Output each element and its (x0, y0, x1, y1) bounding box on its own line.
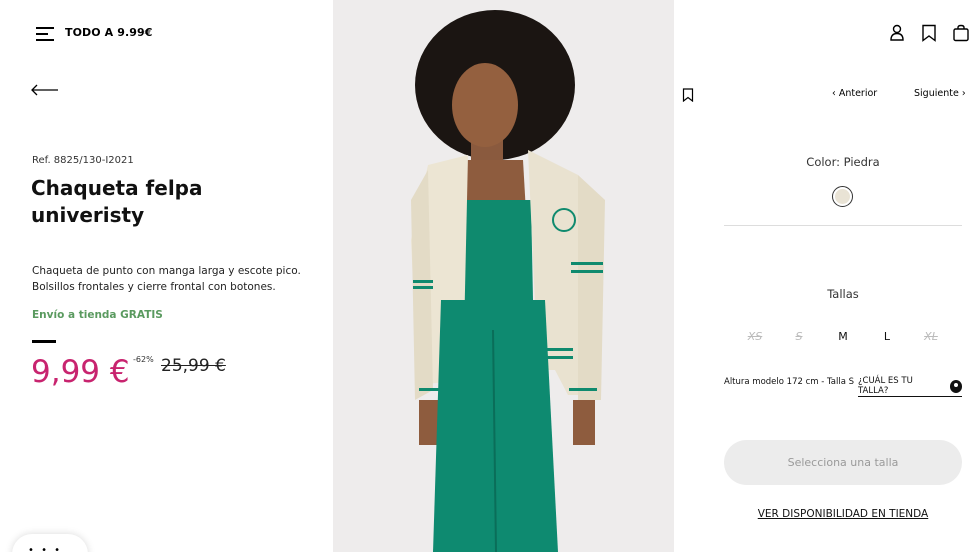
shopping-bag-icon[interactable] (952, 24, 970, 42)
chat-button[interactable]: • • • (12, 534, 88, 552)
color-swatch-fill (835, 189, 850, 204)
size-option-s[interactable]: S (780, 330, 818, 343)
select-size-button[interactable]: Selecciona una talla (724, 440, 962, 485)
product-description: Chaqueta de punto con manga larga y esco… (32, 265, 301, 293)
size-option-m[interactable]: M (824, 330, 862, 343)
shipping-info: Envío a tienda GRATIS (32, 309, 163, 321)
size-guide-icon (949, 379, 962, 393)
previous-product-link[interactable]: ‹ Anterior (832, 88, 877, 99)
size-guide-label: ¿CUÁL ES TU TALLA? (858, 376, 913, 396)
size-guide-link[interactable]: ¿CUÁL ES TU TALLA? (858, 376, 962, 397)
color-swatch[interactable] (832, 186, 853, 207)
product-title: Chaqueta felpa univeristy (31, 176, 203, 227)
section-divider (724, 225, 962, 226)
price-divider (32, 340, 56, 343)
current-price: 9,99 € (31, 354, 130, 390)
size-option-xs[interactable]: XS (736, 330, 774, 343)
original-price: 25,99 € (161, 356, 226, 376)
product-image[interactable] (333, 0, 674, 552)
user-icon[interactable] (888, 24, 906, 42)
next-product-link[interactable]: Siguiente › (914, 88, 966, 99)
size-option-l[interactable]: L (868, 330, 906, 343)
color-label: Color: Piedra (806, 155, 880, 169)
model-info: Altura modelo 172 cm - Talla S (724, 377, 855, 387)
chat-icon: • • • (28, 545, 63, 552)
menu-icon[interactable] (36, 26, 54, 42)
save-bookmark-icon[interactable] (682, 88, 694, 102)
size-selector: XS S M L XL (736, 330, 950, 343)
back-arrow-icon[interactable] (31, 82, 59, 98)
promo-link[interactable]: TODO A 9.99€ (65, 26, 153, 39)
header-icons (888, 24, 970, 42)
model-illustration (333, 0, 674, 552)
store-availability-link[interactable]: VER DISPONIBILIDAD EN TIENDA (724, 508, 962, 520)
sizes-label: Tallas (827, 287, 859, 301)
wishlist-icon[interactable] (920, 24, 938, 42)
size-option-xl[interactable]: XL (912, 330, 950, 343)
discount-badge: -62% (133, 355, 154, 364)
product-reference: Ref. 8825/130-I2021 (32, 155, 134, 166)
